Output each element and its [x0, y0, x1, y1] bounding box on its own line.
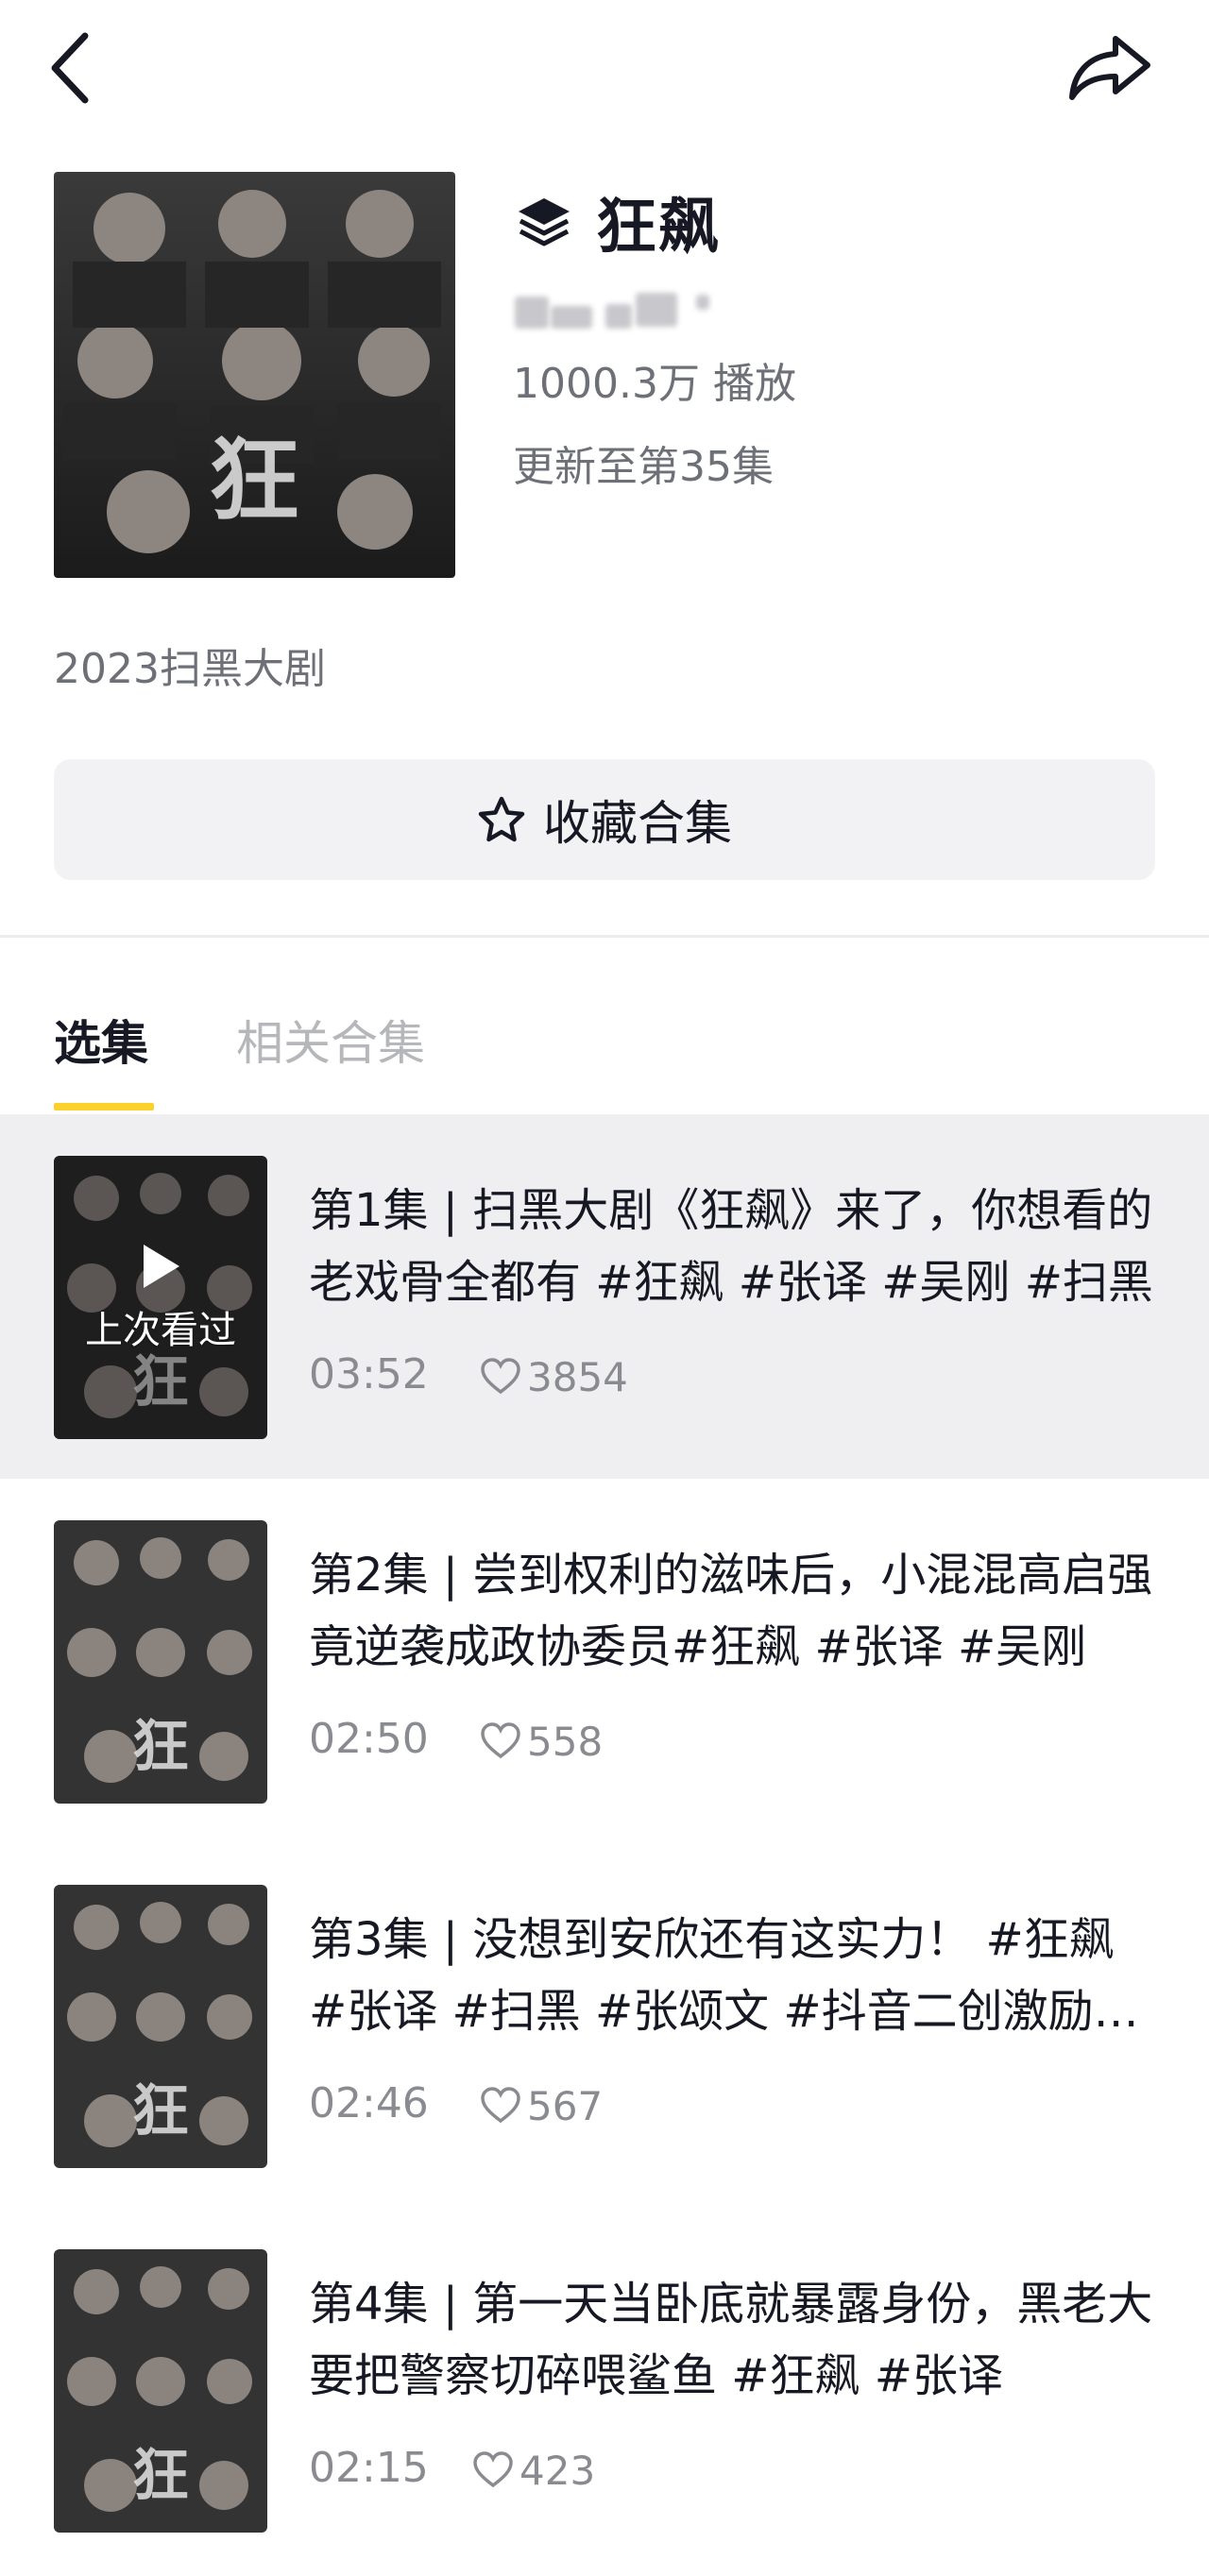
heart-outline-icon	[473, 2451, 513, 2488]
share-arrow-icon	[1069, 36, 1150, 100]
episode-title: 第4集 | 第一天当卧底就暴露身份，黑老大要把警察切碎喂鲨鱼 #狂飙 #张译	[309, 2278, 1153, 2402]
episode-thumbnail: 狂	[54, 1520, 267, 1804]
episode-likes: 423	[472, 2444, 595, 2497]
episode-title: 第3集 | 没想到安欣还有这实力！ #狂飙 #张译 #扫黑 #张颂文 #抖音二创…	[309, 1913, 1139, 2038]
chevron-left-icon	[51, 32, 89, 104]
collection-title: 狂飙	[596, 193, 721, 263]
like-count: 567	[527, 2082, 604, 2129]
episode-duration: 02:46	[309, 2079, 429, 2127]
episode-title: 第2集 | 尝到权利的滋味后，小混混高启强竟逆袭成政协委员#狂飙 #张译 #吴刚	[309, 1549, 1153, 1673]
last-watched-overlay: 上次看过	[54, 1156, 267, 1439]
episode-item-1[interactable]: 狂 上次看过 第1集 | 扫黑大剧《狂飙》来了，你想看的老戏骨全都有 #狂飙 #…	[0, 1114, 1209, 1479]
episode-thumbnail: 狂	[54, 1885, 267, 2168]
like-count: 558	[527, 1718, 604, 1765]
episode-duration: 03:52	[309, 1350, 429, 1398]
episode-duration: 02:50	[309, 1715, 429, 1763]
favorite-label: 收藏合集	[543, 796, 732, 851]
episode-likes: 567	[480, 2079, 603, 2132]
episode-item-3[interactable]: 狂 第3集 | 没想到安欣还有这实力！ #狂飙 #张译 #扫黑 #张颂文 #抖音…	[0, 1843, 1209, 2208]
heart-outline-icon	[481, 2087, 520, 2124]
svg-text:狂: 狂	[132, 2443, 189, 2509]
episode-thumbnail: 狂	[54, 2249, 267, 2533]
collection-description: 2023扫黑大剧	[54, 645, 326, 693]
favorite-collection-button[interactable]: 收藏合集	[54, 759, 1155, 880]
star-outline-icon	[478, 796, 525, 842]
section-divider	[0, 935, 1209, 938]
heart-outline-icon	[481, 1358, 520, 1395]
author-name-blurred[interactable]	[515, 283, 741, 336]
episode-likes: 3854	[480, 1350, 628, 1403]
last-watched-badge: 上次看过	[85, 1309, 236, 1352]
episode-item-4[interactable]: 狂 第4集 | 第一天当卧底就暴露身份，黑老大要把警察切碎喂鲨鱼 #狂飙 #张译…	[0, 2208, 1209, 2572]
collection-cover: 狂	[54, 172, 455, 578]
episode-thumbnail: 狂 上次看过	[54, 1156, 267, 1439]
play-icon	[144, 1245, 179, 1288]
episode-likes: 558	[480, 1715, 603, 1768]
play-count: 1000.3万 播放	[513, 360, 796, 408]
layers-icon	[519, 198, 570, 246]
episode-duration: 02:15	[309, 2444, 429, 2492]
episode-item-2[interactable]: 狂 第2集 | 尝到权利的滋味后，小混混高启强竟逆袭成政协委员#狂飙 #张译 #…	[0, 1479, 1209, 1843]
update-status: 更新至第35集	[513, 443, 774, 491]
tab-related-collections[interactable]: 相关合集	[236, 1006, 425, 1074]
collection-title-row: 狂飙	[515, 179, 721, 264]
like-count: 3854	[527, 1353, 628, 1400]
tab-active-indicator	[54, 1103, 154, 1110]
heart-outline-icon	[481, 1722, 520, 1759]
share-button[interactable]	[1058, 21, 1162, 115]
like-count: 423	[519, 2447, 596, 2494]
svg-text:狂: 狂	[209, 427, 299, 534]
tab-episodes[interactable]: 选集	[54, 1006, 148, 1074]
svg-text:狂: 狂	[132, 1714, 189, 1780]
svg-text:狂: 狂	[132, 2078, 189, 2144]
back-button[interactable]	[47, 21, 123, 115]
episode-title: 第1集 | 扫黑大剧《狂飙》来了，你想看的老戏骨全都有 #狂飙 #张译 #吴刚 …	[309, 1184, 1153, 1309]
